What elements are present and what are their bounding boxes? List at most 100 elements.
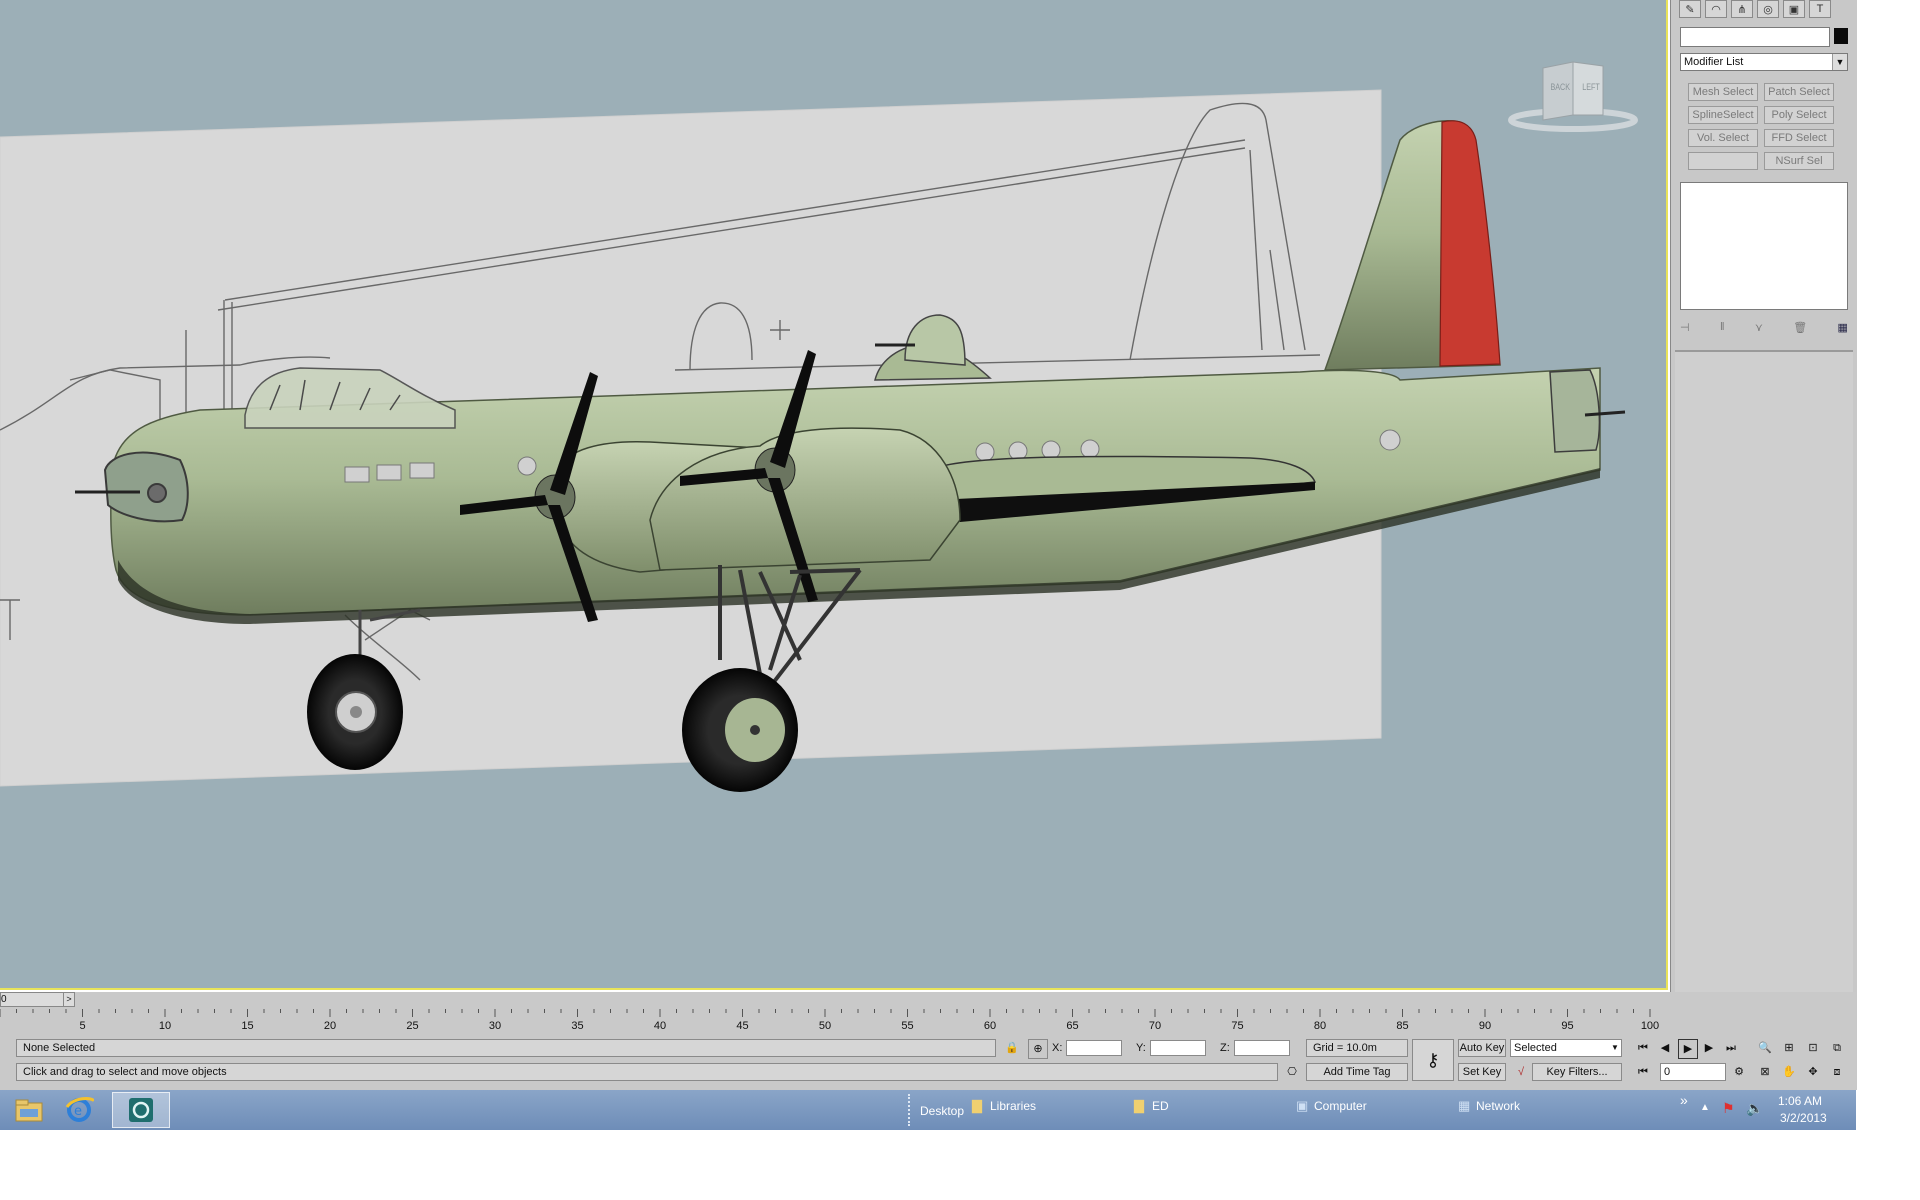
x-label: X: xyxy=(1052,1042,1063,1054)
absolute-mode-icon[interactable]: ⊕ xyxy=(1028,1039,1048,1059)
perspective-viewport[interactable]: BACK LEFT xyxy=(0,0,1668,990)
z-label: Z: xyxy=(1220,1042,1230,1054)
track-tick-label: 80 xyxy=(1314,1020,1326,1032)
modify-tab-icon[interactable]: ◠ xyxy=(1705,0,1727,18)
x-coordinate-field[interactable] xyxy=(1066,1040,1122,1056)
command-panel-tabs: ✎ ◠ ⋔ ◎ ▣ T xyxy=(1679,0,1851,18)
svg-text:e: e xyxy=(74,1104,82,1119)
time-configuration-icon[interactable]: ⚙ xyxy=(1730,1063,1748,1081)
track-tick-label: 85 xyxy=(1396,1020,1408,1032)
go-to-start-icon[interactable]: ⏮ xyxy=(1634,1039,1652,1057)
time-slider[interactable]: 0 > xyxy=(0,992,75,1007)
make-unique-icon[interactable]: ⋎ xyxy=(1755,321,1763,334)
z-coordinate-field[interactable] xyxy=(1234,1040,1290,1056)
key-mode-dropdown[interactable]: Selected ▼ xyxy=(1510,1039,1622,1057)
track-tick-label: 15 xyxy=(241,1020,253,1032)
network-toolbar[interactable]: Network xyxy=(1476,1094,1520,1118)
maximize-viewport-icon[interactable]: ⧈ xyxy=(1828,1063,1846,1081)
key-mode-toggle-icon[interactable]: ⏮ xyxy=(1634,1063,1652,1081)
spline-select-button[interactable]: SplineSelect xyxy=(1688,106,1758,124)
internet-explorer-taskbar-icon[interactable]: e xyxy=(50,1092,108,1128)
track-tick-label: 100 xyxy=(1641,1020,1659,1032)
show-end-result-icon[interactable]: ‖ xyxy=(1720,321,1725,333)
go-to-end-icon[interactable]: ⏭ xyxy=(1722,1039,1740,1057)
auto-key-button[interactable]: Auto Key xyxy=(1458,1039,1506,1057)
track-tick-label: 60 xyxy=(984,1020,996,1032)
track-tick-label: 50 xyxy=(819,1020,831,1032)
pin-stack-icon[interactable]: ⊣ xyxy=(1680,321,1690,334)
patch-select-button[interactable]: Patch Select xyxy=(1764,83,1834,101)
track-tick-label: 95 xyxy=(1561,1020,1573,1032)
viewcube[interactable]: BACK LEFT xyxy=(1508,60,1638,135)
empty-modifier-button[interactable] xyxy=(1688,152,1758,170)
y-coordinate-field[interactable] xyxy=(1150,1040,1206,1056)
zoom-all-icon[interactable]: ⊞ xyxy=(1780,1039,1798,1057)
previous-frame-icon[interactable]: ◀ xyxy=(1656,1039,1674,1057)
zoom-icon[interactable]: 🔍 xyxy=(1756,1039,1774,1057)
clock-date[interactable]: 3/2/2013 xyxy=(1780,1111,1827,1151)
track-tick-label: 90 xyxy=(1479,1020,1491,1032)
mesh-select-button[interactable]: Mesh Select xyxy=(1688,83,1758,101)
desktop-toolbar[interactable]: Desktop xyxy=(920,1099,964,1123)
y-label: Y: xyxy=(1136,1042,1146,1054)
key-filters-button[interactable]: Key Filters... xyxy=(1532,1063,1622,1081)
object-name-field[interactable] xyxy=(1680,27,1830,47)
prompt-line: Click and drag to select and move object… xyxy=(16,1063,1278,1081)
motion-tab-icon[interactable]: ◎ xyxy=(1757,0,1779,18)
computer-toolbar[interactable]: Computer xyxy=(1314,1094,1367,1118)
poly-select-button[interactable]: Poly Select xyxy=(1764,106,1834,124)
track-tick-label: 25 xyxy=(406,1020,418,1032)
nsurf-sel-button[interactable]: NSurf Sel xyxy=(1764,152,1834,170)
zoom-extents-all-icon[interactable]: ⧉ xyxy=(1828,1039,1846,1057)
toolbar-overflow-icon[interactable]: » xyxy=(1680,1088,1688,1112)
next-frame-icon[interactable]: ▶ xyxy=(1700,1039,1718,1057)
scene-render xyxy=(0,89,1626,792)
configure-sets-icon[interactable]: ▦ xyxy=(1838,321,1848,334)
viewcube-back-label[interactable]: BACK xyxy=(1550,82,1570,92)
key-tangent-icon[interactable]: √ xyxy=(1512,1063,1530,1081)
action-center-flag-icon[interactable]: ⚑ xyxy=(1722,1100,1735,1140)
track-tick-label: 55 xyxy=(901,1020,913,1032)
remove-modifier-icon[interactable]: 🗑 xyxy=(1793,321,1807,334)
time-slider-value: 0 xyxy=(1,994,7,1005)
3dsmax-taskbar-icon[interactable] xyxy=(112,1092,170,1128)
hierarchy-tab-icon[interactable]: ⋔ xyxy=(1731,0,1753,18)
next-frame-arrow-icon[interactable]: > xyxy=(63,992,75,1007)
display-tab-icon[interactable]: ▣ xyxy=(1783,0,1805,18)
toolbar-grip[interactable] xyxy=(908,1094,914,1126)
track-tick-label: 65 xyxy=(1066,1020,1078,1032)
computer-icon: ▣ xyxy=(1296,1098,1309,1113)
set-key-icon[interactable]: ⚷ xyxy=(1412,1039,1454,1081)
viewcube-left-label[interactable]: LEFT xyxy=(1582,82,1600,92)
utilities-tab-icon[interactable]: T xyxy=(1809,0,1831,18)
create-tab-icon[interactable]: ✎ xyxy=(1679,0,1701,18)
current-frame-field[interactable]: 0 xyxy=(1660,1063,1726,1081)
command-panel: ✎ ◠ ⋔ ◎ ▣ T Modifier List ▼ Mesh Select … xyxy=(1670,0,1857,1090)
set-key-button[interactable]: Set Key xyxy=(1458,1063,1506,1081)
vol-select-button[interactable]: Vol. Select xyxy=(1688,129,1758,147)
folder-icon: ▇ xyxy=(972,1098,982,1113)
object-color-swatch[interactable] xyxy=(1834,28,1848,44)
modifier-stack-view[interactable] xyxy=(1680,182,1848,310)
field-of-view-icon[interactable]: ⊠ xyxy=(1756,1063,1774,1081)
play-icon[interactable]: ▶ xyxy=(1678,1039,1698,1059)
volume-icon[interactable]: 🔈 xyxy=(1746,1100,1763,1140)
selection-status: None Selected xyxy=(16,1039,996,1057)
ffd-select-button[interactable]: FFD Select xyxy=(1764,129,1834,147)
zoom-extents-icon[interactable]: ⊡ xyxy=(1804,1039,1822,1057)
track-bar[interactable]: 5 10 15 20 25 30 35 40 45 50 55 60 65 70 75 80 85 90 95 100 xyxy=(0,1009,1664,1035)
track-tick-label: 45 xyxy=(736,1020,748,1032)
time-tag-icon[interactable]: ⎔ xyxy=(1283,1063,1301,1081)
orbit-icon[interactable]: ✥ xyxy=(1804,1063,1822,1081)
modifier-stack-toolbar: ⊣ ‖ ⋎ 🗑 ▦ xyxy=(1680,318,1848,336)
track-tick-label: 10 xyxy=(159,1020,171,1032)
pan-view-icon[interactable]: ✋ xyxy=(1780,1063,1798,1081)
add-time-tag-button[interactable]: Add Time Tag xyxy=(1306,1063,1408,1081)
track-tick-label: 35 xyxy=(571,1020,583,1032)
ed-toolbar[interactable]: ED xyxy=(1152,1094,1169,1118)
lock-selection-icon[interactable]: 🔒 xyxy=(1003,1039,1021,1057)
modifier-list-dropdown[interactable]: Modifier List ▼ xyxy=(1680,53,1848,71)
libraries-toolbar[interactable]: Libraries xyxy=(990,1094,1036,1118)
show-hidden-icons-icon[interactable]: ▲ xyxy=(1700,1102,1710,1142)
windows-taskbar: e Desktop ▇ Libraries ▇ ED ▣ Computer ▦ … xyxy=(0,1090,1856,1130)
